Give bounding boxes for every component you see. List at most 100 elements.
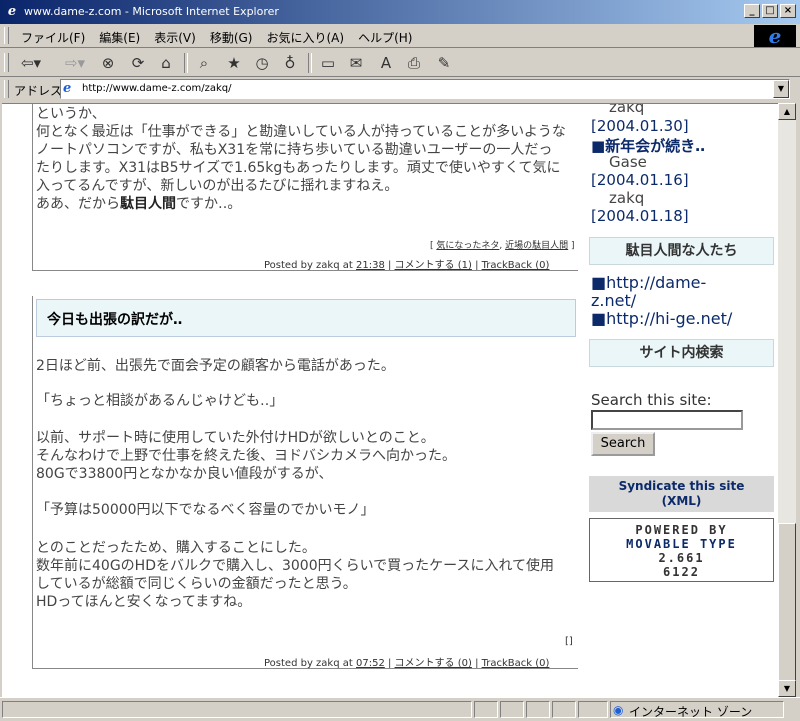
- post1-last-suffix: ですか‥。: [176, 196, 242, 212]
- address-dropdown-icon[interactable]: ▼: [773, 80, 789, 98]
- forward-icon[interactable]: ⇨▾: [60, 52, 90, 74]
- history-icon[interactable]: ◷: [250, 52, 274, 74]
- address-grip[interactable]: [4, 80, 9, 98]
- post2-line: 「ちょっと相談があるんじゃけども‥」: [36, 393, 284, 409]
- favorites-icon[interactable]: ★: [222, 52, 246, 74]
- post2-title-box: 今日も出張の訳だが‥: [36, 299, 576, 337]
- edit-icon[interactable]: ✎: [432, 52, 456, 74]
- channels-icon[interactable]: ♁: [278, 52, 302, 74]
- syndicate-xml: (XML): [661, 494, 702, 508]
- window-controls: _ □ ×: [744, 4, 796, 18]
- print-icon[interactable]: ⎙: [402, 52, 426, 74]
- fullscreen-icon[interactable]: ▭: [316, 52, 340, 74]
- menu-favorites[interactable]: お気に入り(A): [259, 29, 351, 46]
- post2-line: そんなわけで上野で仕事を終えた後、ヨドバシカメラへ向かった。: [36, 448, 456, 464]
- link-dame-z[interactable]: ■http://dame-: [591, 273, 706, 292]
- post2-line: HDってほんと安くなってますね。: [36, 594, 252, 610]
- powered-by-badge[interactable]: POWERED BY MOVABLE TYPE 2.661 6122: [589, 518, 774, 582]
- post1-line: 何となく最近は「仕事ができる」と勘違いしている人が持っていることが多いような: [36, 124, 566, 140]
- address-url[interactable]: http://www.dame-z.com/zakq/: [82, 83, 231, 94]
- post1-categories: [ 気になったネタ, 近場の駄目人間 ]: [430, 241, 575, 251]
- toolbar-grip[interactable]: [4, 53, 9, 72]
- stop-icon[interactable]: ⊗: [96, 52, 120, 74]
- ie-logo-icon: e: [754, 24, 796, 48]
- comment-date-link[interactable]: [2004.01.30]: [591, 117, 689, 135]
- toolbar-separator: [308, 53, 312, 73]
- menu-view[interactable]: 表示(V): [147, 29, 203, 46]
- post1-line: 入ってるんですが、新しいのが出るたびに揺れますねえ。: [36, 178, 399, 194]
- post2-line: 80Gで33800円となかなか良い値段がするが、: [36, 466, 333, 482]
- post2-border-left: [32, 296, 33, 669]
- status-bar: ◉ インターネット ゾーン: [0, 697, 800, 721]
- post1-border-bottom: [32, 270, 578, 271]
- close-button[interactable]: ×: [780, 4, 796, 18]
- address-label: アドレス: [14, 84, 63, 98]
- refresh-icon[interactable]: ⟳: [126, 52, 150, 74]
- scroll-up-icon[interactable]: ▲: [778, 103, 796, 120]
- scroll-thumb[interactable]: [778, 523, 796, 681]
- post2-line: 「予算は50000円以下でなるべく容量のでかいモノ」: [36, 502, 375, 518]
- menu-grip[interactable]: [4, 27, 9, 44]
- post1-last-prefix: ああ、だから: [36, 196, 120, 212]
- post2-line: とのことだったため、購入することにした。: [36, 540, 316, 556]
- post2-line: しているが総額で同じくらいの金額だったと思う。: [36, 576, 357, 592]
- search-button[interactable]: Search: [591, 432, 655, 456]
- category-link[interactable]: 近場の駄目人間: [505, 241, 568, 251]
- search-header: サイト内検索: [589, 339, 774, 367]
- syndicate-link[interactable]: Syndicate this site (XML): [589, 476, 774, 512]
- scroll-down-icon[interactable]: ▼: [778, 680, 796, 697]
- zone-cell: ◉ インターネット ゾーン: [610, 701, 784, 719]
- post1-line: たりします。X31はB5サイズで1.65kgもあったりします。頑丈で使いやすくて…: [36, 160, 561, 176]
- comment-date-link[interactable]: [2004.01.16]: [591, 171, 689, 189]
- minimize-button[interactable]: _: [744, 4, 760, 18]
- status-cell: [578, 701, 608, 718]
- post1-line: というか、: [36, 106, 106, 122]
- font-icon[interactable]: A: [374, 52, 398, 74]
- page-icon: e: [63, 81, 72, 96]
- post2-title: 今日も出張の訳だが‥: [47, 312, 183, 328]
- powered-line: 6122: [663, 565, 700, 579]
- status-cell: [474, 701, 498, 718]
- toolbar-separator: [184, 53, 188, 73]
- menu-go[interactable]: 移動(G): [203, 29, 260, 46]
- category-link[interactable]: 気になったネタ: [436, 241, 499, 251]
- post1-bold-text: 駄目人間: [120, 196, 176, 212]
- link-hi-ge[interactable]: ■http://hi-ge.net/: [591, 309, 732, 328]
- search-label: Search this site:: [591, 391, 712, 409]
- address-bar: アドレス e http://www.dame-z.com/zakq/ ▼: [0, 77, 800, 101]
- powered-line: MOVABLE TYPE: [626, 537, 737, 551]
- zone-label: インターネット ゾーン: [629, 705, 753, 719]
- post2-line: 数年前に40GのHDをバルクで購入し、3000円くらいで買ったケースに入れて使用: [36, 558, 555, 574]
- post2-line: 2日ほど前、出張先で面会予定の顧客から電話があった。: [36, 358, 395, 374]
- globe-icon: ◉: [613, 703, 624, 717]
- window-title: www.dame-z.com - Microsoft Internet Expl…: [24, 5, 279, 18]
- toolbar: ⇦▾ ⇨▾ ⊗ ⟳ ⌂ ⌕ ★ ◷ ♁ ▭ ✉ A ⎙ ✎: [0, 49, 800, 77]
- vertical-scrollbar[interactable]: ▲ ▼: [778, 103, 796, 697]
- comment-date-link[interactable]: [2004.01.18]: [591, 207, 689, 225]
- menu-bar: ファイル(F) 編集(E) 表示(V) 移動(G) お気に入り(A) ヘルプ(H…: [0, 24, 800, 48]
- title-bar: e www.dame-z.com - Microsoft Internet Ex…: [0, 0, 800, 24]
- page-viewport: というか、 何となく最近は「仕事ができる」と勘違いしている人が持っていることが多…: [2, 103, 778, 698]
- post1-line: ノートパソコンですが、私もX31を常に持ち歩いている勘違いユーザーの一人だっ: [36, 142, 553, 158]
- maximize-button[interactable]: □: [762, 4, 778, 18]
- people-header: 駄目人間な人たち: [589, 237, 774, 265]
- status-cell: [526, 701, 550, 718]
- powered-line: POWERED BY: [635, 523, 728, 537]
- home-icon[interactable]: ⌂: [154, 52, 178, 74]
- menu-edit[interactable]: 編集(E): [92, 29, 147, 46]
- menu-help[interactable]: ヘルプ(H): [351, 29, 419, 46]
- post2-border-bottom: [32, 668, 578, 669]
- search-input[interactable]: [591, 410, 743, 430]
- post1-last-line: ああ、だから駄目人間ですか‥。: [36, 196, 241, 212]
- status-cell: [552, 701, 576, 718]
- menu-file[interactable]: ファイル(F): [14, 29, 92, 46]
- link-dame-z-cont[interactable]: z.net/: [591, 291, 636, 310]
- ie-icon: e: [7, 4, 17, 19]
- back-icon[interactable]: ⇦▾: [16, 52, 46, 74]
- search-icon[interactable]: ⌕: [192, 52, 216, 74]
- status-text-cell: [2, 701, 472, 718]
- post2-line: 以前、サポート時に使用していた外付けHDが欲しいとのこと。: [36, 430, 435, 446]
- post2-footer: Posted by zakq at 07:52 | コメントする (0) | T…: [264, 658, 550, 669]
- address-input[interactable]: e http://www.dame-z.com/zakq/ ▼: [60, 79, 790, 99]
- mail-icon[interactable]: ✉: [344, 52, 368, 74]
